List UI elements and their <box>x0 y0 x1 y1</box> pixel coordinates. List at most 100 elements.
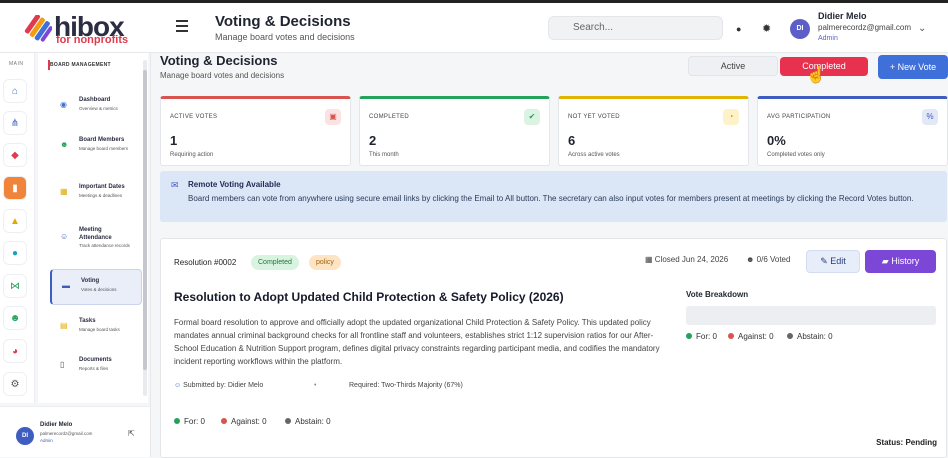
org-chart-icon[interactable]: ⋔ <box>3 111 27 135</box>
footer-user-email: palmerecordz@gmail.com <box>40 431 93 436</box>
calendar-icon: ▦ <box>60 187 68 196</box>
category-badge: policy <box>309 255 341 270</box>
stat-label: AVG PARTICIPATION <box>767 114 831 120</box>
envelope-icon: ✉ <box>171 180 179 190</box>
breakdown-abstain: Abstain: 0 <box>787 332 833 341</box>
search-input[interactable]: Search... <box>548 16 723 40</box>
rail-label: MAIN <box>9 61 24 67</box>
stat-label: NOT YET VOTED <box>568 114 620 120</box>
settings-icon[interactable]: ⚙ <box>3 372 27 396</box>
submenu-item-title: Tasks <box>79 318 96 324</box>
scrollbar-thumb[interactable] <box>143 70 147 370</box>
breakdown-for: For: 0 <box>686 332 717 341</box>
breakdown-abstain-text: Abstain: 0 <box>797 332 833 341</box>
new-vote-button[interactable]: + New Vote <box>878 55 948 79</box>
history-button[interactable]: ▰ History <box>865 250 936 273</box>
users-icon: ☻ <box>60 140 69 149</box>
notice-title: Remote Voting Available <box>188 180 281 189</box>
submenu-item-board-members[interactable]: ☻ Board Members Manage board members <box>50 129 142 165</box>
clock-icon: ◔ <box>723 109 739 125</box>
submenu-item-title: Documents <box>79 357 112 363</box>
edit-button[interactable]: ✎ Edit <box>806 250 860 273</box>
voted-count: ☻ 0/6 Voted <box>746 255 790 264</box>
submenu-item-title: Important Dates <box>79 184 125 190</box>
footer-avatar[interactable]: DI <box>16 427 34 445</box>
abstain-dot-icon <box>787 333 793 339</box>
stat-desc: Across active votes <box>568 152 620 158</box>
submitted-by: ☺ Submitted by: Didier Melo <box>174 382 263 389</box>
submenu-header: BOARD MANAGEMENT <box>50 62 111 68</box>
abstain-dot-icon <box>285 418 291 424</box>
bell-icon[interactable]: ● <box>736 24 741 34</box>
header-title: Voting & Decisions <box>215 13 351 30</box>
user-avatar[interactable]: DI <box>790 19 810 39</box>
submenu-item-dashboard[interactable]: ◉ Dashboard Overview & metrics <box>50 89 142 125</box>
gear-icon[interactable]: ✹ <box>762 22 771 35</box>
against-dot-icon <box>728 333 734 339</box>
submenu-item-desc: Manage board members <box>79 146 129 151</box>
board-icon[interactable]: ▮ <box>3 176 27 200</box>
main-content: Voting & Decisions Manage board votes an… <box>151 53 948 458</box>
notice-text: Board members can vote from anywhere usi… <box>188 194 914 203</box>
people-icon[interactable]: ☻ <box>3 306 27 330</box>
logout-icon[interactable]: ⇱ <box>128 429 135 438</box>
vote-breakdown-title: Vote Breakdown <box>686 290 749 299</box>
tally-against-text: Against: 0 <box>231 417 267 426</box>
vote-breakdown-bar <box>686 306 936 325</box>
resolution-title: Resolution to Adopt Updated Child Protec… <box>174 290 564 304</box>
breakdown-for-text: For: 0 <box>696 332 717 341</box>
submenu-item-desc: Track attendance records <box>79 243 130 248</box>
submenu-item-meeting-attendance[interactable]: ☺ Meeting Attendance Track attendance re… <box>50 218 142 260</box>
hibox-logo[interactable]: hibox for nonprofits <box>24 11 154 47</box>
submenu-item-title: Voting <box>81 278 100 284</box>
sidebar-scrollbar[interactable] <box>143 60 147 396</box>
submenu-item-title: Dashboard <box>79 97 111 103</box>
stat-value: 1 <box>170 133 178 148</box>
stat-value: 2 <box>369 133 377 148</box>
submitted-by-text: Submitted by: Didier Melo <box>183 382 264 389</box>
filter-active-button[interactable]: Active <box>688 56 778 76</box>
closed-date-text: Closed Jun 24, 2026 <box>654 255 729 264</box>
circle-icon[interactable]: ● <box>3 241 27 265</box>
megaphone-icon[interactable]: ◆ <box>3 143 27 167</box>
stat-card-avg-participation: AVG PARTICIPATION 0% Completed votes onl… <box>757 96 948 166</box>
for-dot-icon <box>686 333 692 339</box>
submenu-item-voting[interactable]: ▬ Voting Votes & decisions <box>50 269 142 305</box>
pie-chart-icon[interactable]: ◕ <box>3 339 27 363</box>
against-dot-icon <box>221 418 227 424</box>
icon-rail: MAIN ⌂ ⋔ ◆ ▮ ▲ ● ⋈ ☻ ◕ ⚙ <box>0 53 35 403</box>
edit-icon: ✎ <box>820 256 831 266</box>
tally-for-text: For: 0 <box>184 417 205 426</box>
clipboard-icon: ▤ <box>60 321 68 330</box>
breakdown-against: Against: 0 <box>728 332 774 341</box>
submenu-item-important-dates[interactable]: ▦ Important Dates Meetings & deadlines <box>50 176 142 212</box>
stat-desc: Completed votes only <box>767 152 825 158</box>
home-icon[interactable]: ⌂ <box>3 79 27 103</box>
user-small-icon: ☺ <box>174 382 184 389</box>
graduation-icon[interactable]: ▲ <box>3 209 27 233</box>
resolution-number: Resolution #0002 <box>174 258 237 267</box>
status-badge: Completed <box>251 255 299 270</box>
tally-against: Against: 0 <box>221 417 267 426</box>
submenu-item-tasks[interactable]: ▤ Tasks Manage board tasks <box>50 310 142 346</box>
submenu-item-title: Meeting Attendance <box>79 227 112 241</box>
menu-toggle-icon[interactable] <box>176 20 188 34</box>
resolution-status: Status: Pending <box>876 438 937 447</box>
submenu-item-desc: Votes & decisions <box>81 287 117 292</box>
stat-label: COMPLETED <box>369 114 410 120</box>
stat-card-active-votes: ACTIVE VOTES 1 Requiring action ▣ <box>160 96 351 166</box>
tally-abstain-text: Abstain: 0 <box>295 417 331 426</box>
user-email: palmerecordz@gmail.com <box>818 23 912 32</box>
submenu-item-desc: Meetings & deadlines <box>79 193 123 198</box>
user-role: Admin <box>818 35 838 42</box>
top-header: hibox for nonprofits Voting & Decisions … <box>0 3 948 53</box>
network-icon[interactable]: ⋈ <box>3 274 27 298</box>
sidebar-user-footer: DI Didier Melo palmerecordz@gmail.com Ad… <box>0 406 150 457</box>
submenu-item-title: Board Members <box>79 137 125 143</box>
chevron-down-icon[interactable]: ⌄ <box>918 23 926 34</box>
tally-for: For: 0 <box>174 417 205 426</box>
submenu-item-documents[interactable]: ▯ Documents Reports & files <box>50 349 142 385</box>
stat-desc: This month <box>369 152 399 158</box>
breakdown-against-text: Against: 0 <box>738 332 774 341</box>
page-title: Voting & Decisions <box>160 53 278 68</box>
